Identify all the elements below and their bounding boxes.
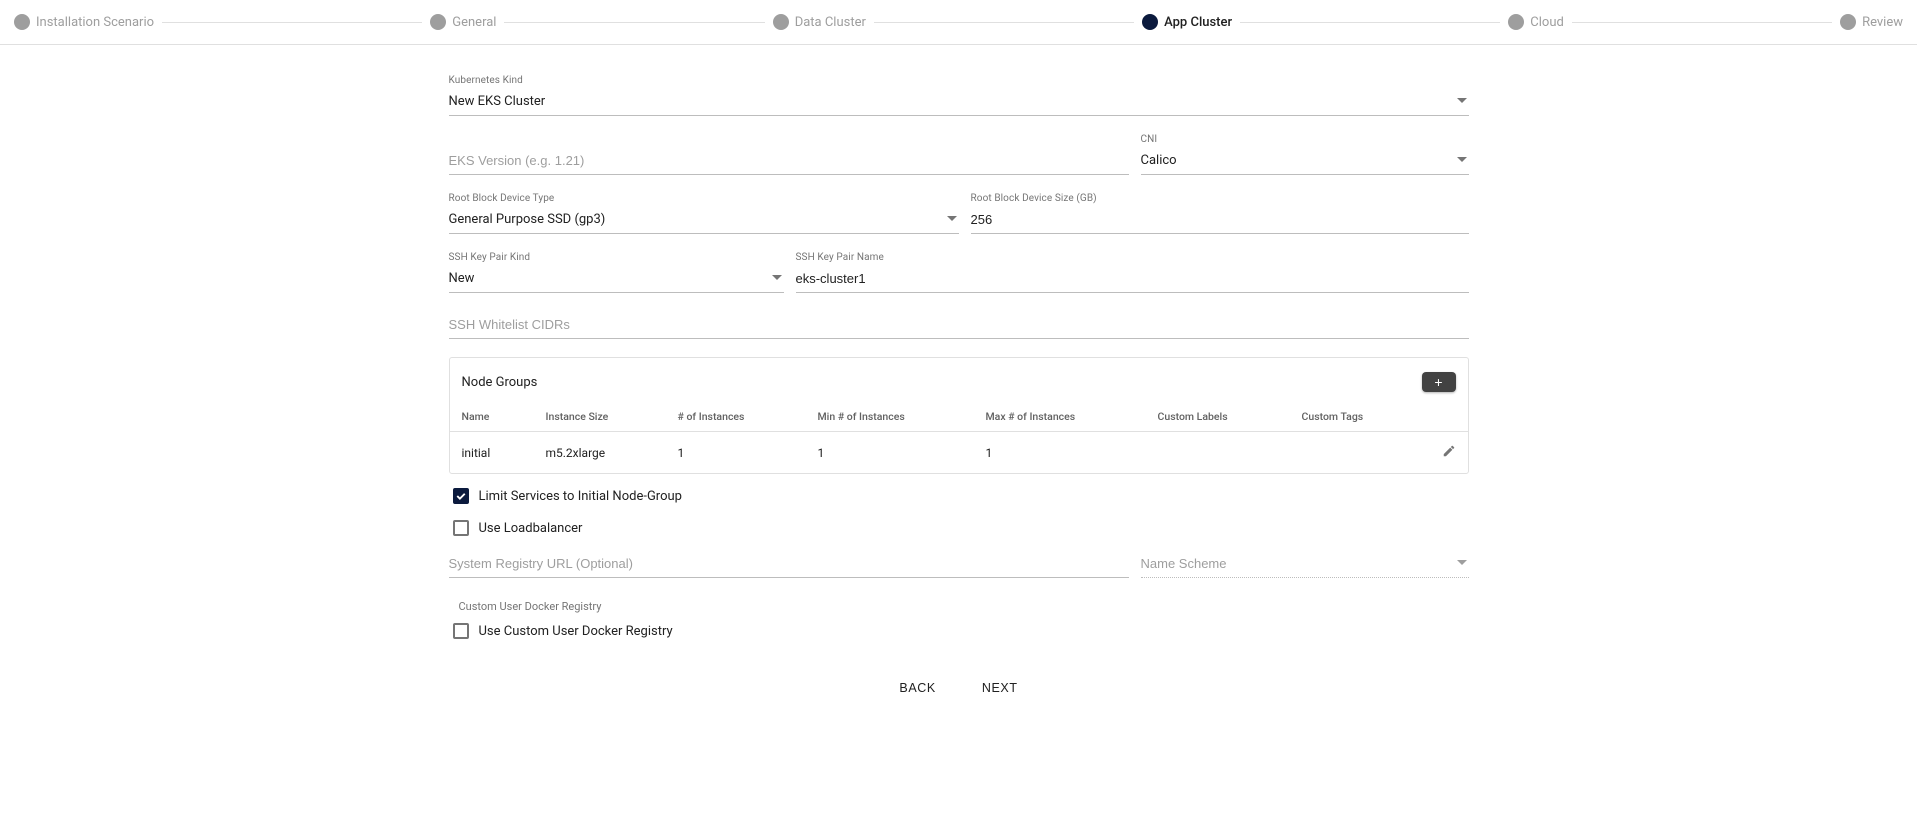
- col-custom-labels: Custom Labels: [1146, 402, 1290, 432]
- field-label: Root Block Device Size (GB): [971, 193, 1469, 204]
- root-block-size-input[interactable]: [971, 206, 1469, 234]
- step-label: Review: [1862, 15, 1903, 30]
- field-label: CNI: [1141, 134, 1469, 145]
- stepper: Installation Scenario General Data Clust…: [0, 0, 1917, 45]
- cell-max: 1: [974, 432, 1146, 474]
- col-actions: [1424, 402, 1468, 432]
- node-groups-card: Node Groups + Name Instance Size # of In…: [449, 357, 1469, 474]
- back-button[interactable]: BACK: [889, 673, 945, 703]
- limit-services-label: Limit Services to Initial Node-Group: [479, 489, 682, 504]
- ssh-cidrs-input[interactable]: [449, 311, 1469, 339]
- add-node-group-button[interactable]: +: [1422, 372, 1456, 392]
- col-max-instances: Max # of Instances: [974, 402, 1146, 432]
- cni-value: Calico: [1141, 147, 1469, 175]
- use-loadbalancer-checkbox-row[interactable]: Use Loadbalancer: [453, 520, 1469, 536]
- app-cluster-form: Kubernetes Kind New EKS Cluster CNI Cali…: [449, 75, 1469, 743]
- name-scheme-input[interactable]: [1141, 550, 1469, 578]
- custom-registry-section-label: Custom User Docker Registry: [459, 600, 1469, 613]
- use-custom-registry-label: Use Custom User Docker Registry: [479, 624, 673, 639]
- col-instance-size: Instance Size: [534, 402, 666, 432]
- step-installation-scenario[interactable]: Installation Scenario: [14, 14, 154, 30]
- step-general[interactable]: General: [430, 14, 496, 30]
- step-review[interactable]: Review: [1840, 14, 1903, 30]
- table-row: initial m5.2xlarge 1 1 1: [450, 432, 1468, 474]
- eks-version-field[interactable]: [449, 147, 1129, 175]
- field-label: Root Block Device Type: [449, 193, 959, 204]
- step-dot-icon: [773, 14, 789, 30]
- eks-version-input[interactable]: [449, 147, 1129, 175]
- plus-icon: +: [1434, 374, 1442, 390]
- kubernetes-kind-select[interactable]: Kubernetes Kind New EKS Cluster: [449, 75, 1469, 116]
- cell-labels: [1146, 432, 1290, 474]
- registry-url-input[interactable]: [449, 550, 1129, 578]
- cell-min: 1: [806, 432, 974, 474]
- step-dot-icon: [1508, 14, 1524, 30]
- step-label: General: [452, 15, 496, 30]
- root-block-type-value: General Purpose SSD (gp3): [449, 206, 959, 234]
- step-dot-icon: [1142, 14, 1158, 30]
- root-block-type-select[interactable]: Root Block Device Type General Purpose S…: [449, 193, 959, 234]
- col-min-instances: Min # of Instances: [806, 402, 974, 432]
- col-custom-tags: Custom Tags: [1290, 402, 1424, 432]
- node-groups-title: Node Groups: [462, 375, 538, 390]
- cell-name: initial: [450, 432, 534, 474]
- col-name: Name: [450, 402, 534, 432]
- ssh-kind-select[interactable]: SSH Key Pair Kind New: [449, 252, 784, 293]
- ssh-cidrs-field[interactable]: [449, 311, 1469, 339]
- next-button[interactable]: NEXT: [972, 673, 1028, 703]
- use-custom-registry-checkbox-row[interactable]: Use Custom User Docker Registry: [453, 623, 1469, 639]
- step-cloud[interactable]: Cloud: [1508, 14, 1564, 30]
- step-data-cluster[interactable]: Data Cluster: [773, 14, 866, 30]
- step-dot-icon: [14, 14, 30, 30]
- step-dot-icon: [430, 14, 446, 30]
- checkbox-unchecked-icon[interactable]: [453, 520, 469, 536]
- step-dot-icon: [1840, 14, 1856, 30]
- step-app-cluster[interactable]: App Cluster: [1142, 14, 1232, 30]
- cell-count: 1: [666, 432, 806, 474]
- name-scheme-select[interactable]: [1141, 550, 1469, 578]
- node-groups-table: Name Instance Size # of Instances Min # …: [450, 402, 1468, 473]
- field-label: SSH Key Pair Kind: [449, 252, 784, 263]
- wizard-footer: BACK NEXT: [449, 673, 1469, 703]
- step-label: Data Cluster: [795, 15, 866, 30]
- registry-url-field[interactable]: [449, 550, 1129, 578]
- step-label: Cloud: [1530, 15, 1564, 30]
- ssh-kind-value: New: [449, 265, 784, 293]
- limit-services-checkbox-row[interactable]: Limit Services to Initial Node-Group: [453, 488, 1469, 504]
- ssh-name-field[interactable]: SSH Key Pair Name: [796, 252, 1469, 293]
- use-loadbalancer-label: Use Loadbalancer: [479, 521, 583, 536]
- step-label: App Cluster: [1164, 15, 1232, 30]
- cell-tags: [1290, 432, 1424, 474]
- cell-instance-size: m5.2xlarge: [534, 432, 666, 474]
- field-label: SSH Key Pair Name: [796, 252, 1469, 263]
- kubernetes-kind-value: New EKS Cluster: [449, 88, 1469, 116]
- field-label: Kubernetes Kind: [449, 75, 1469, 86]
- checkbox-unchecked-icon[interactable]: [453, 623, 469, 639]
- col-instances: # of Instances: [666, 402, 806, 432]
- checkbox-checked-icon[interactable]: [453, 488, 469, 504]
- cni-select[interactable]: CNI Calico: [1141, 134, 1469, 175]
- ssh-name-input[interactable]: [796, 265, 1469, 293]
- root-block-size-field[interactable]: Root Block Device Size (GB): [971, 193, 1469, 234]
- edit-icon[interactable]: [1442, 447, 1456, 461]
- step-label: Installation Scenario: [36, 15, 154, 30]
